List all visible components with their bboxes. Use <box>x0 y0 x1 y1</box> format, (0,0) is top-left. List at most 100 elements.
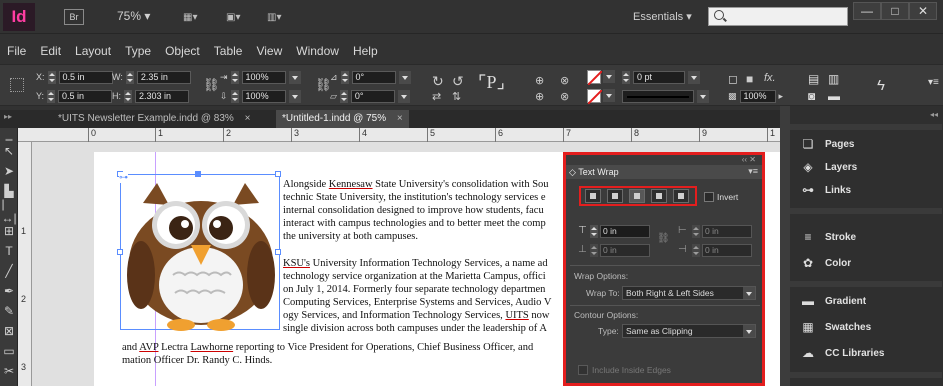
w-input[interactable]: 2.35 in <box>136 70 191 84</box>
chevron-down-icon[interactable] <box>603 70 615 83</box>
gap-tool-icon[interactable]: |↔| <box>1 197 16 225</box>
panel-group-grip[interactable] <box>790 372 942 378</box>
wrap-object-shape-button[interactable] <box>629 189 645 203</box>
type-tool-icon[interactable]: T <box>2 244 16 258</box>
align-top-icon[interactable]: ◙ <box>808 89 815 103</box>
x-stepper[interactable] <box>47 70 56 84</box>
rotate-90-ccw-icon[interactable]: ↺ <box>452 73 464 90</box>
drop-shadow-icon[interactable]: ◻ <box>728 72 738 86</box>
chevron-down-icon[interactable] <box>603 89 615 102</box>
tab-untitled-1[interactable]: *Untitled-1.indd @ 75% × <box>276 110 409 128</box>
shear-input[interactable]: 0° <box>350 89 395 103</box>
bottom-offset-input[interactable]: 0 in <box>600 244 650 257</box>
right-offset-stepper[interactable] <box>692 244 700 257</box>
left-offset-stepper[interactable] <box>692 225 700 238</box>
right-offset-input[interactable]: 0 in <box>702 244 752 257</box>
frame-handle[interactable] <box>117 249 123 255</box>
top-offset-input[interactable]: 0 in <box>600 225 650 238</box>
line-tool-icon[interactable]: ╱ <box>2 264 16 278</box>
menu-object[interactable]: Object <box>158 42 207 60</box>
selection-tool-icon[interactable]: ↖ <box>2 144 16 158</box>
menu-table[interactable]: Table <box>207 42 250 60</box>
chevron-right-icon[interactable]: ▸ <box>779 91 784 102</box>
dock-collapse-icon[interactable]: ◂◂ <box>930 110 938 119</box>
opacity-input[interactable]: 100% <box>739 89 776 103</box>
rectangle-tool-icon[interactable]: ▭ <box>2 344 16 358</box>
pencil-tool-icon[interactable]: ✎ <box>2 304 16 318</box>
stroke-weight-stepper[interactable] <box>622 70 630 84</box>
invert-checkbox[interactable] <box>704 192 714 202</box>
align-center-icon[interactable]: ▬ <box>828 89 840 103</box>
scale-y-input[interactable]: 100% <box>241 89 286 103</box>
panel-collapse-icon[interactable]: ▸▸ <box>4 112 12 121</box>
chevron-down-icon[interactable] <box>398 70 411 84</box>
panel-color[interactable]: ✿ Color <box>800 252 851 274</box>
close-button[interactable]: ✕ <box>909 2 937 20</box>
constrain-proportions-icon[interactable]: ⛓ <box>203 77 220 93</box>
view-options-button[interactable]: ▦▾ <box>183 8 197 26</box>
rotate-stepper[interactable] <box>340 70 349 84</box>
menu-layout[interactable]: Layout <box>68 42 118 60</box>
select-next-icon[interactable]: ⊗ <box>560 90 569 103</box>
maximize-button[interactable]: □ <box>881 2 909 20</box>
fx-icon[interactable]: fx. <box>764 72 776 84</box>
frame-handle[interactable] <box>195 171 201 177</box>
jump-to-next-column-button[interactable] <box>673 189 689 203</box>
auto-fit-icon[interactable]: ▥ <box>828 72 839 86</box>
page-tool-icon[interactable]: ▙ <box>2 184 16 198</box>
frame-handle[interactable] <box>275 171 281 177</box>
panel-title[interactable]: ◇ Text Wrap <box>566 165 762 179</box>
menu-help[interactable]: Help <box>346 42 385 60</box>
chevron-down-icon[interactable] <box>288 89 301 103</box>
panel-collapse-close[interactable]: ‹‹ ✕ <box>742 155 756 165</box>
minimize-button[interactable]: — <box>853 2 881 20</box>
shear-stepper[interactable] <box>339 89 348 103</box>
menu-file[interactable]: File <box>0 42 33 60</box>
panel-gradient[interactable]: ▬ Gradient <box>800 290 866 312</box>
scissors-tool-icon[interactable]: ✂ <box>2 364 16 378</box>
rotate-90-cw-icon[interactable]: ↻ <box>432 73 444 90</box>
select-container-icon[interactable]: ⊕ <box>535 74 544 87</box>
menu-type[interactable]: Type <box>118 42 158 60</box>
scale-y-stepper[interactable] <box>230 89 239 103</box>
stroke-swatch[interactable] <box>587 89 603 105</box>
close-icon[interactable]: × <box>397 113 403 124</box>
select-content-icon[interactable]: ⊕ <box>535 90 544 103</box>
bridge-button[interactable]: Br <box>64 9 84 25</box>
panel-swatches[interactable]: ▦ Swatches <box>800 316 871 338</box>
flip-vertical-icon[interactable]: ⇅ <box>452 90 461 103</box>
y-stepper[interactable] <box>47 89 56 103</box>
content-collector-icon[interactable]: ⊞ <box>2 224 16 238</box>
h-input[interactable]: 2.303 in <box>135 89 189 103</box>
jump-object-button[interactable] <box>651 189 667 203</box>
zoom-dropdown[interactable]: 75% ▾ <box>117 9 150 23</box>
frame-handle[interactable] <box>275 249 281 255</box>
panel-group-grip[interactable] <box>790 124 942 130</box>
text-frame-options-icon[interactable]: ▤ <box>808 72 819 86</box>
chevron-down-icon[interactable] <box>288 70 301 84</box>
bottom-offset-stepper[interactable] <box>590 244 598 257</box>
wrap-bounding-box-button[interactable] <box>607 189 623 203</box>
h-stepper[interactable] <box>124 89 132 103</box>
stroke-weight-input[interactable]: 0 pt <box>633 70 685 84</box>
y-input[interactable]: 0.5 in <box>58 89 113 103</box>
panel-group-grip[interactable] <box>790 208 942 214</box>
panel-group-grip[interactable] <box>790 281 942 287</box>
panel-menu-icon[interactable]: ▾≡ <box>748 166 758 177</box>
search-input[interactable] <box>708 7 848 26</box>
menu-window[interactable]: Window <box>289 42 346 60</box>
stroke-type-select[interactable] <box>622 89 694 103</box>
menu-edit[interactable]: Edit <box>33 42 68 60</box>
contour-type-select[interactable]: Same as Clipping <box>622 324 756 338</box>
link-offsets-icon[interactable]: ⛓ <box>657 233 670 244</box>
rotate-input[interactable]: 0° <box>351 70 396 84</box>
no-text-wrap-button[interactable] <box>585 189 601 203</box>
left-offset-input[interactable]: 0 in <box>702 225 752 238</box>
chevron-down-icon[interactable] <box>697 89 709 103</box>
quick-apply-icon[interactable]: ϟ <box>877 77 885 94</box>
fill-swatch[interactable] <box>587 70 603 86</box>
control-panel-menu-icon[interactable]: ▾≡ <box>928 77 939 88</box>
effects-icon[interactable]: ■ <box>746 72 753 86</box>
close-icon[interactable]: × <box>245 113 251 124</box>
x-input[interactable]: 0.5 in <box>58 70 113 84</box>
